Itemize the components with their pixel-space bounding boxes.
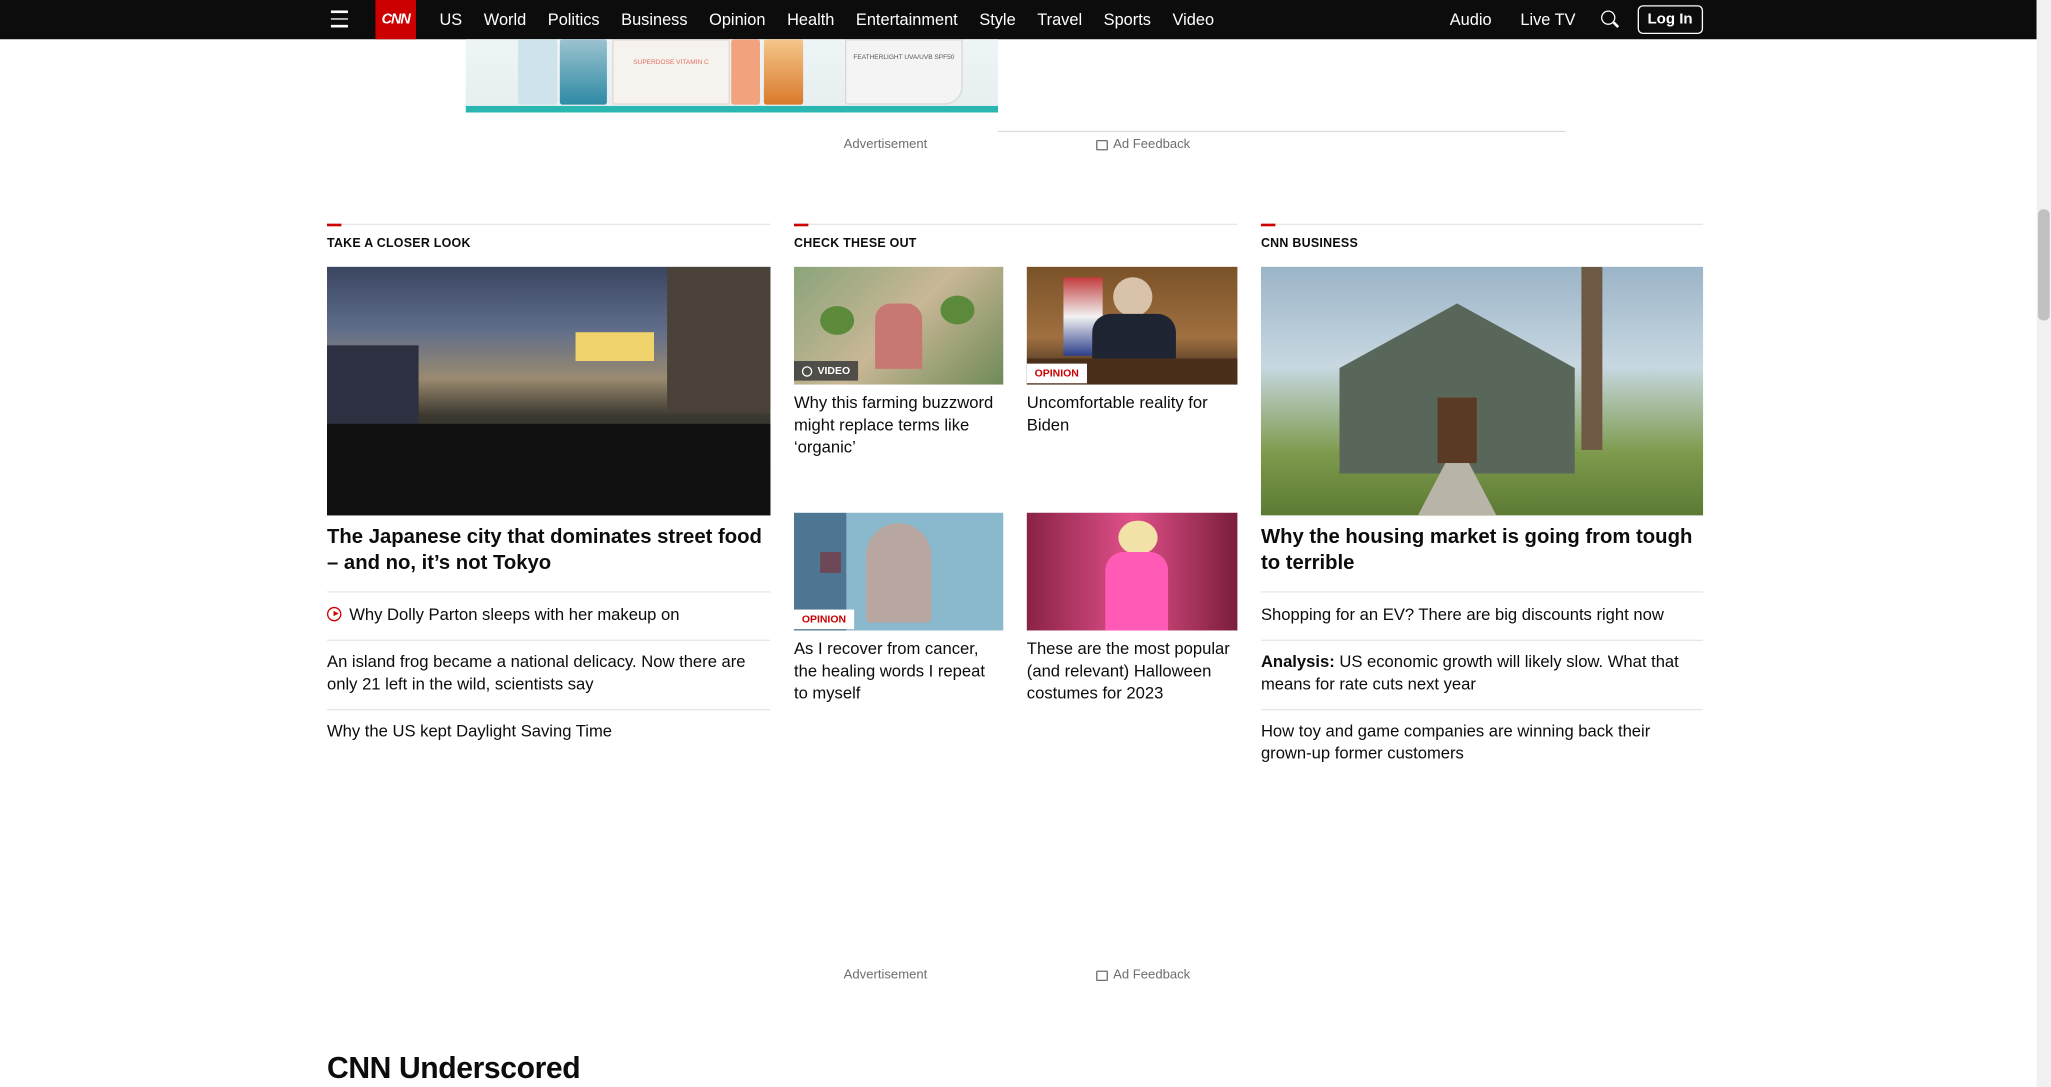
- scrollbar-thumb[interactable]: [2037, 209, 2050, 321]
- cnn-business-section: CNN BUSINESS: [1260, 223, 1704, 252]
- advertisement-label: Advertisement: [843, 137, 928, 152]
- nav-link-world[interactable]: World: [484, 10, 526, 28]
- card-headline[interactable]: These are the most popular (and relevant…: [1027, 638, 1238, 705]
- business-headline[interactable]: Why the housing market is going from tou…: [1261, 525, 1703, 577]
- tree-trunk-shape: [1581, 266, 1603, 450]
- section-rule: [1260, 223, 1704, 225]
- advertisement-label: Advertisement: [843, 967, 928, 983]
- check-these-out-section: CHECK THESE OUT: [793, 223, 1238, 252]
- ad-divider: [998, 130, 1566, 133]
- ad-shelf: [465, 105, 999, 113]
- suit-shape: [1092, 313, 1176, 362]
- ad-bottle-label: FEATHERLIGHT UVA/UVB SPF50: [853, 53, 955, 62]
- ad-bottle: [763, 39, 804, 105]
- section-accent: [1260, 223, 1276, 227]
- item-divider: [1260, 591, 1704, 593]
- chat-bubble-icon: [1096, 969, 1108, 981]
- item-divider: [1260, 708, 1704, 711]
- nav-link-politics[interactable]: Politics: [548, 10, 600, 28]
- business-item[interactable]: Shopping for an EV? There are big discou…: [1261, 604, 1703, 626]
- head-shape: [1113, 277, 1153, 317]
- person-shape: [875, 303, 923, 369]
- item-divider: [1260, 639, 1704, 641]
- ad-image[interactable]: SUPERDOSE VITAMIN C FEATHERLIGHT UVA/UVB…: [465, 39, 999, 113]
- nav-link-audio[interactable]: Audio: [1450, 10, 1492, 28]
- building-shape: [327, 345, 419, 424]
- nav-right: Audio Live TV Log In: [1421, 0, 1704, 39]
- closer-look-item[interactable]: Why Dolly Parton sleeps with her makeup …: [327, 604, 770, 626]
- business-item[interactable]: Analysis: US economic growth will likely…: [1261, 651, 1703, 695]
- section-rule: [327, 223, 771, 225]
- ad-bottle: FEATHERLIGHT UVA/UVB SPF50: [844, 39, 963, 105]
- card-headline[interactable]: Uncomfortable reality for Biden: [1027, 392, 1238, 436]
- ad-bottle: [559, 39, 607, 105]
- ad-feedback-label: Ad Feedback: [1113, 137, 1191, 152]
- nav-link-opinion[interactable]: Opinion: [709, 10, 765, 28]
- closer-look-headline[interactable]: The Japanese city that dominates street …: [327, 525, 770, 577]
- crowd-shape: [327, 423, 771, 516]
- opinion-badge: OPINION: [1026, 363, 1087, 384]
- ad-bottle: SUPERDOSE VITAMIN C: [612, 39, 730, 105]
- cnn-underscored-heading[interactable]: CNN Underscored: [327, 1050, 581, 1085]
- business-item[interactable]: How toy and game companies are winning b…: [1261, 721, 1703, 765]
- item-divider: [327, 591, 771, 593]
- ad-bottle: [517, 39, 558, 105]
- ad-feedback-link[interactable]: Ad Feedback: [1096, 968, 1190, 982]
- halloween-costume-image[interactable]: [1026, 512, 1238, 631]
- closer-look-item[interactable]: Why the US kept Daylight Saving Time: [327, 721, 770, 743]
- lettuce-shape: [820, 306, 855, 335]
- card-headline[interactable]: As I recover from cancer, the healing wo…: [794, 638, 1003, 705]
- hamburger-menu-icon[interactable]: [330, 10, 348, 27]
- item-divider: [327, 639, 771, 641]
- section-accent: [793, 223, 809, 227]
- nav-link-business[interactable]: Business: [621, 10, 687, 28]
- hair-shape: [1118, 520, 1158, 555]
- stall-light: [575, 332, 655, 362]
- nav-links: US World Politics Business Opinion Healt…: [440, 0, 1236, 39]
- top-nav: CNN US World Politics Business Opinion H…: [0, 0, 2037, 40]
- nav-link-video[interactable]: Video: [1173, 10, 1215, 28]
- lettuce-shape: [940, 295, 975, 325]
- play-icon: [801, 365, 813, 377]
- door-shape: [1437, 397, 1477, 464]
- card-headline[interactable]: Why this farming buzzword might replace …: [794, 392, 1003, 459]
- nav-link-travel[interactable]: Travel: [1037, 10, 1082, 28]
- nav-link-entertainment[interactable]: Entertainment: [856, 10, 958, 28]
- nav-link-live-tv[interactable]: Live TV: [1520, 10, 1575, 28]
- section-title: TAKE A CLOSER LOOK: [327, 236, 471, 252]
- japan-street-food-image[interactable]: [327, 266, 771, 516]
- section-accent: [327, 223, 342, 227]
- search-icon[interactable]: [1599, 9, 1620, 30]
- ad-feedback-link[interactable]: Ad Feedback: [1096, 137, 1191, 152]
- closer-look-item[interactable]: An island frog became a national delicac…: [327, 651, 770, 695]
- scrollbar-track[interactable]: [2036, 0, 2051, 1087]
- section-title: CHECK THESE OUT: [793, 236, 917, 252]
- play-icon: [327, 606, 342, 622]
- ad-feedback-label: Ad Feedback: [1113, 967, 1191, 983]
- nav-link-sports[interactable]: Sports: [1104, 10, 1151, 28]
- figure-shape: [865, 523, 932, 623]
- video-badge: VIDEO: [793, 361, 858, 381]
- building-shape: [667, 266, 771, 411]
- ad-bottle: [731, 39, 760, 105]
- cnn-logo[interactable]: CNN: [375, 0, 416, 40]
- dress-shape: [1105, 551, 1169, 631]
- nav-link-health[interactable]: Health: [787, 10, 834, 28]
- item-divider: [327, 708, 771, 711]
- login-button[interactable]: Log In: [1637, 5, 1704, 35]
- section-rule: [793, 223, 1238, 225]
- nav-link-us[interactable]: US: [440, 10, 463, 28]
- chat-bubble-icon: [1096, 139, 1108, 150]
- house-image[interactable]: [1260, 266, 1704, 516]
- nav-link-style[interactable]: Style: [979, 10, 1015, 28]
- ad-bottle-label: SUPERDOSE VITAMIN C: [633, 58, 709, 67]
- section-title: CNN BUSINESS: [1260, 236, 1359, 252]
- closer-look-section: TAKE A CLOSER LOOK: [327, 223, 771, 252]
- opinion-badge: OPINION: [793, 609, 854, 630]
